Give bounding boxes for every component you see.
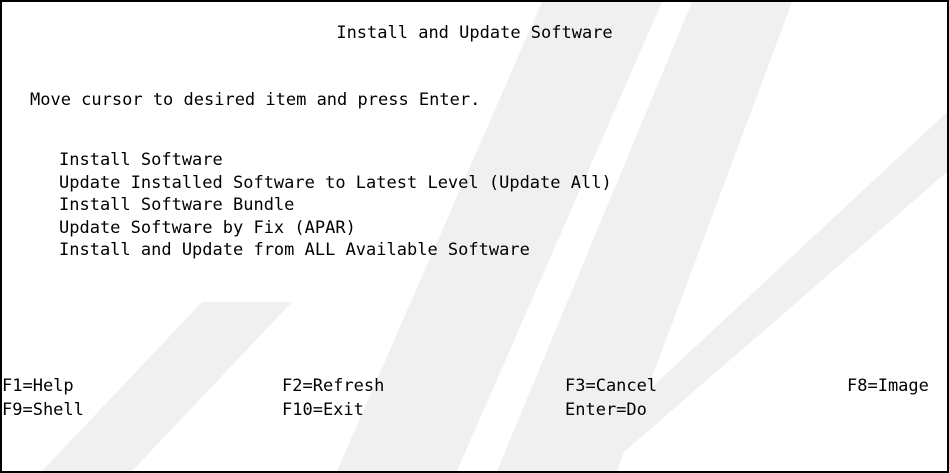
- f9-shell-key[interactable]: F9=Shell: [2, 399, 84, 421]
- menu-item-install-bundle[interactable]: Install Software Bundle: [59, 194, 612, 217]
- menu-item-update-all[interactable]: Update Installed Software to Latest Leve…: [59, 172, 612, 195]
- smit-screen: Install and Update Software Move cursor …: [0, 0, 949, 473]
- instruction-text: Move cursor to desired item and press En…: [30, 90, 481, 110]
- menu-item-install-update-all-available[interactable]: Install and Update from ALL Available So…: [59, 239, 612, 262]
- f8-image-key[interactable]: F8=Image: [847, 375, 929, 397]
- f1-help-key[interactable]: F1=Help: [2, 375, 74, 397]
- f2-refresh-key[interactable]: F2=Refresh: [282, 375, 384, 397]
- f10-exit-key[interactable]: F10=Exit: [282, 399, 364, 421]
- menu-item-update-by-fix[interactable]: Update Software by Fix (APAR): [59, 217, 612, 240]
- screen-title: Install and Update Software: [336, 23, 613, 43]
- menu-item-install-software[interactable]: Install Software: [59, 149, 612, 172]
- f3-cancel-key[interactable]: F3=Cancel: [565, 375, 657, 397]
- menu-list: Install Software Update Installed Softwa…: [59, 149, 612, 262]
- enter-do-key[interactable]: Enter=Do: [565, 399, 647, 421]
